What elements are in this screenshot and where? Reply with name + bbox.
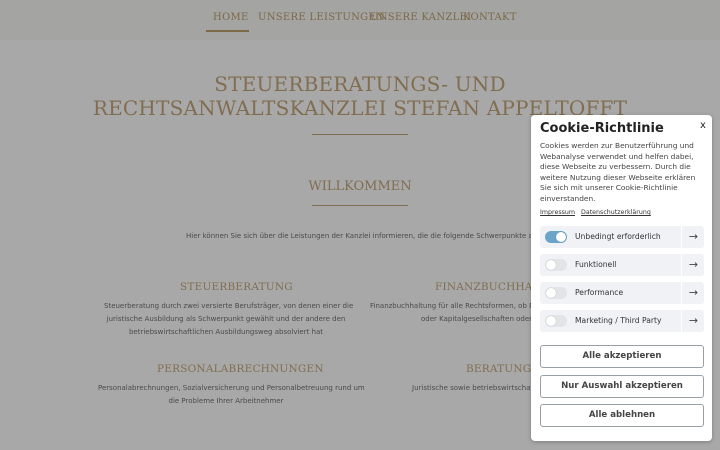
- cookie-dialog-title: Cookie-Richtlinie: [540, 121, 664, 136]
- arrow-right-icon[interactable]: →: [681, 282, 705, 304]
- close-icon[interactable]: x: [698, 119, 708, 133]
- datenschutz-link[interactable]: Datenschutzerklärung: [581, 209, 651, 216]
- category-label: Performance: [575, 288, 624, 297]
- cookie-category-performance: Performance →: [540, 282, 704, 304]
- cookie-legal-links: Impressum Datenschutzerklärung: [540, 209, 657, 216]
- reject-all-button[interactable]: Alle ablehnen: [540, 404, 704, 427]
- category-label: Unbedingt erforderlich: [575, 232, 661, 241]
- cookie-category-funktionell: Funktionell →: [540, 254, 704, 276]
- accept-selection-button[interactable]: Nur Auswahl akzeptieren: [540, 375, 704, 398]
- category-label: Marketing / Third Party: [575, 316, 662, 325]
- toggle-knob: [546, 260, 556, 270]
- toggle-knob: [546, 288, 556, 298]
- accept-all-button[interactable]: Alle akzeptieren: [540, 345, 704, 368]
- impressum-link[interactable]: Impressum: [540, 209, 575, 216]
- cookie-category-unbedingt-erforderlich: Unbedingt erforderlich →: [540, 226, 704, 248]
- arrow-right-icon[interactable]: →: [681, 310, 705, 332]
- toggle-knob: [546, 316, 556, 326]
- toggle-funktionell[interactable]: [545, 259, 567, 271]
- cookie-category-marketing: Marketing / Third Party →: [540, 310, 704, 332]
- cookie-dialog: Cookie-Richtlinie x Cookies werden zur B…: [531, 115, 712, 441]
- arrow-right-icon[interactable]: →: [681, 254, 705, 276]
- toggle-knob: [556, 232, 566, 242]
- toggle-performance[interactable]: [545, 287, 567, 299]
- category-label: Funktionell: [575, 260, 617, 269]
- arrow-right-icon[interactable]: →: [681, 226, 705, 248]
- cookie-dialog-text: Cookies werden zur Benutzerführung und W…: [540, 141, 696, 203]
- toggle-unbedingt-erforderlich[interactable]: [545, 231, 567, 243]
- toggle-marketing[interactable]: [545, 315, 567, 327]
